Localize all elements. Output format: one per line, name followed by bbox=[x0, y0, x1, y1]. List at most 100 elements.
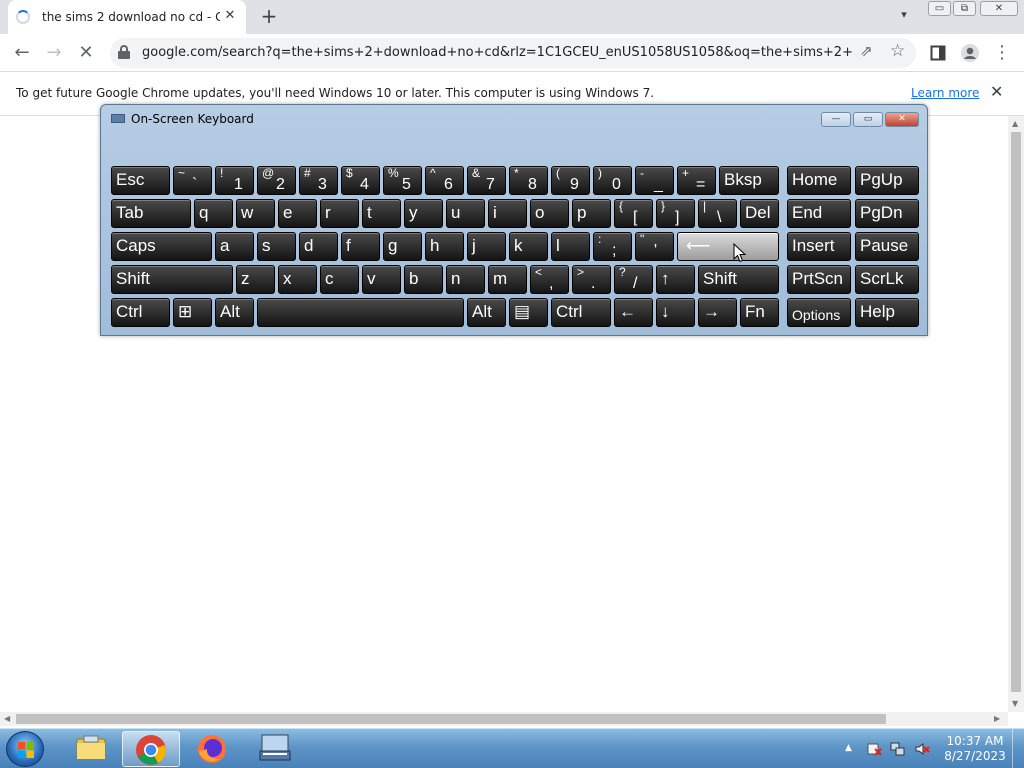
osk-title-bar[interactable]: On-Screen Keyboard — ▭ ✕ bbox=[101, 105, 927, 131]
window-close-button[interactable]: ✕ bbox=[980, 1, 1018, 16]
network-icon[interactable] bbox=[890, 741, 906, 757]
key-options[interactable]: Options bbox=[787, 298, 851, 327]
window-restore-button[interactable]: ⧉ bbox=[953, 1, 976, 16]
key-rctrl[interactable]: Ctrl bbox=[551, 298, 611, 327]
vertical-scrollbar[interactable]: ▲ ▼ bbox=[1008, 116, 1024, 712]
key-o[interactable]: o bbox=[530, 199, 569, 228]
key-n[interactable]: n bbox=[446, 265, 485, 294]
key-right[interactable]: → bbox=[698, 298, 737, 327]
osk-minimize-button[interactable]: — bbox=[821, 112, 851, 127]
key-7[interactable]: & 7 bbox=[467, 166, 506, 195]
volume-muted-icon[interactable] bbox=[914, 741, 930, 757]
key-q[interactable]: q bbox=[194, 199, 233, 228]
horizontal-scrollbar[interactable]: ◀ ▶ bbox=[0, 712, 1008, 726]
key-del[interactable]: Del bbox=[740, 199, 779, 228]
key-slash[interactable]: ? / bbox=[614, 265, 653, 294]
key-win[interactable]: ⊞ bbox=[173, 298, 212, 327]
key-f[interactable]: f bbox=[341, 232, 380, 261]
infobar-close-button[interactable]: ✕ bbox=[990, 82, 1003, 101]
key-a[interactable]: a bbox=[215, 232, 254, 261]
key-g[interactable]: g bbox=[383, 232, 422, 261]
key-0[interactable]: ) 0 bbox=[593, 166, 632, 195]
taskbar-firefox-button[interactable] bbox=[184, 731, 242, 767]
key-d[interactable]: d bbox=[299, 232, 338, 261]
key-e[interactable]: e bbox=[278, 199, 317, 228]
key-6[interactable]: ^ 6 bbox=[425, 166, 464, 195]
url-text[interactable]: google.com/search?q=the+sims+2+download+… bbox=[142, 45, 852, 60]
key-prtscn[interactable]: PrtScn bbox=[787, 265, 851, 294]
key-t[interactable]: t bbox=[362, 199, 401, 228]
key-ralt[interactable]: Alt bbox=[467, 298, 506, 327]
taskbar-osk-button[interactable] bbox=[246, 731, 304, 767]
key-esc[interactable]: Esc bbox=[111, 166, 170, 195]
key-8[interactable]: * 8 bbox=[509, 166, 548, 195]
horizontal-scroll-thumb[interactable] bbox=[16, 714, 886, 724]
back-button[interactable]: ← bbox=[10, 41, 34, 65]
scroll-left-icon[interactable]: ◀ bbox=[4, 714, 10, 723]
scroll-down-icon[interactable]: ▼ bbox=[1012, 699, 1018, 708]
key-y[interactable]: y bbox=[404, 199, 443, 228]
key-b[interactable]: b bbox=[404, 265, 443, 294]
key-3[interactable]: #3 bbox=[299, 166, 338, 195]
key-v[interactable]: v bbox=[362, 265, 401, 294]
osk-close-button[interactable]: ✕ bbox=[885, 112, 919, 127]
key-semicolon[interactable]: :; bbox=[593, 232, 632, 261]
tab-search-button[interactable]: ▾ bbox=[895, 8, 913, 26]
tab-close-button[interactable]: ✕ bbox=[222, 8, 238, 24]
key-k[interactable]: k bbox=[509, 232, 548, 261]
key-pause[interactable]: Pause bbox=[855, 232, 919, 261]
key-bksp[interactable]: Bksp bbox=[719, 166, 779, 195]
osk-maximize-button[interactable]: ▭ bbox=[853, 112, 883, 127]
forward-button[interactable]: → bbox=[42, 41, 66, 65]
profile-button[interactable] bbox=[958, 41, 982, 65]
key-x[interactable]: x bbox=[278, 265, 317, 294]
stop-loading-button[interactable]: ✕ bbox=[74, 41, 98, 65]
key-up[interactable]: ↑ bbox=[656, 265, 695, 294]
share-icon[interactable]: ⇗ bbox=[860, 42, 873, 60]
key-fn[interactable]: Fn bbox=[740, 298, 779, 327]
key-c[interactable]: c bbox=[320, 265, 359, 294]
key-u[interactable]: u bbox=[446, 199, 485, 228]
key-tilde[interactable]: ~ ` bbox=[173, 166, 212, 195]
key-equals[interactable]: + = bbox=[677, 166, 716, 195]
key-tab[interactable]: Tab bbox=[111, 199, 191, 228]
key-end[interactable]: End bbox=[787, 199, 851, 228]
key-insert[interactable]: Insert bbox=[787, 232, 851, 261]
key-help[interactable]: Help bbox=[855, 298, 919, 327]
side-panel-button[interactable] bbox=[926, 41, 950, 65]
key-comma[interactable]: <, bbox=[530, 265, 569, 294]
key-rshift[interactable]: Shift bbox=[698, 265, 779, 294]
key-l[interactable]: l bbox=[551, 232, 590, 261]
browser-tab[interactable]: the sims 2 download no cd - Goo ✕ bbox=[8, 0, 246, 34]
key-w[interactable]: w bbox=[236, 199, 275, 228]
key-1[interactable]: ! 1 bbox=[215, 166, 254, 195]
window-minimize-button[interactable]: ▭ bbox=[928, 1, 951, 16]
key-i[interactable]: i bbox=[488, 199, 527, 228]
lock-icon[interactable] bbox=[118, 45, 130, 59]
key-down[interactable]: ↓ bbox=[656, 298, 695, 327]
key-h[interactable]: h bbox=[425, 232, 464, 261]
scroll-up-icon[interactable]: ▲ bbox=[1012, 119, 1018, 128]
key-2[interactable]: @2 bbox=[257, 166, 296, 195]
taskbar-explorer-button[interactable] bbox=[62, 731, 120, 767]
start-button[interactable] bbox=[6, 731, 44, 767]
key-lbracket[interactable]: {[ bbox=[614, 199, 653, 228]
action-center-icon[interactable] bbox=[866, 741, 882, 757]
taskbar-chrome-button[interactable] bbox=[122, 731, 180, 767]
key-lalt[interactable]: Alt bbox=[215, 298, 254, 327]
key-backslash[interactable]: | \ bbox=[698, 199, 737, 228]
key-4[interactable]: $4 bbox=[341, 166, 380, 195]
key-quote[interactable]: " ' bbox=[635, 232, 674, 261]
key-pgdn[interactable]: PgDn bbox=[855, 199, 919, 228]
key-rbracket[interactable]: }] bbox=[656, 199, 695, 228]
key-z[interactable]: z bbox=[236, 265, 275, 294]
key-p[interactable]: p bbox=[572, 199, 611, 228]
key-caps[interactable]: Caps bbox=[111, 232, 212, 261]
key-pgup[interactable]: PgUp bbox=[855, 166, 919, 195]
star-icon[interactable]: ☆ bbox=[890, 41, 905, 61]
show-desktop-button[interactable] bbox=[1012, 729, 1024, 768]
key-r[interactable]: r bbox=[320, 199, 359, 228]
key-left[interactable]: ← bbox=[614, 298, 653, 327]
key-scrlk[interactable]: ScrLk bbox=[855, 265, 919, 294]
key-enter[interactable]: ⟵ bbox=[677, 232, 779, 261]
